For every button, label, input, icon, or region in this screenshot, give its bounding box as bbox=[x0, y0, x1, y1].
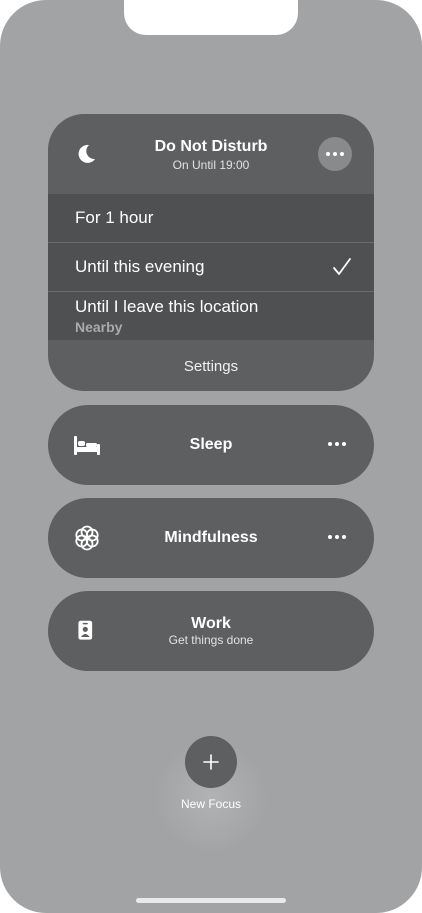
notch bbox=[124, 0, 298, 35]
option-label: Until I leave this location bbox=[75, 297, 259, 316]
mindfulness-more-button[interactable] bbox=[328, 535, 346, 539]
focus-sleep[interactable]: Sleep bbox=[48, 405, 374, 485]
dnd-settings-button[interactable]: Settings bbox=[48, 340, 374, 391]
focus-sublabel: Get things done bbox=[168, 633, 254, 647]
focus-screen: Do Not Disturb On Until 19:00 For 1 hour… bbox=[0, 0, 422, 913]
plus-icon bbox=[203, 754, 219, 770]
option-until-leave-location[interactable]: Until I leave this location Nearby bbox=[48, 292, 374, 340]
do-not-disturb-card[interactable]: Do Not Disturb On Until 19:00 For 1 hour… bbox=[48, 114, 374, 391]
focus-label: Sleep bbox=[189, 436, 233, 453]
dnd-options: For 1 hour Until this evening Until I le… bbox=[48, 194, 374, 340]
focus-label: Mindfulness bbox=[164, 529, 258, 546]
option-label: Until this evening bbox=[75, 257, 205, 276]
option-label: For 1 hour bbox=[75, 208, 154, 227]
more-icon bbox=[328, 442, 346, 446]
new-focus-button[interactable] bbox=[185, 736, 237, 788]
new-focus-label: New Focus bbox=[180, 797, 242, 811]
dnd-more-button[interactable] bbox=[318, 137, 352, 171]
sleep-more-button[interactable] bbox=[328, 442, 346, 446]
focus-label: Work bbox=[191, 615, 231, 632]
focus-mindfulness[interactable]: Mindfulness bbox=[48, 498, 374, 578]
checkmark-icon bbox=[333, 258, 351, 275]
more-icon bbox=[326, 152, 344, 156]
home-indicator[interactable] bbox=[136, 898, 286, 903]
option-until-this-evening[interactable]: Until this evening bbox=[48, 243, 374, 292]
more-icon bbox=[328, 535, 346, 539]
option-sublabel: Nearby bbox=[75, 319, 123, 335]
focus-work[interactable]: Work Get things done bbox=[48, 591, 374, 671]
dnd-header[interactable]: Do Not Disturb On Until 19:00 bbox=[48, 114, 374, 194]
option-for-1-hour[interactable]: For 1 hour bbox=[48, 194, 374, 243]
